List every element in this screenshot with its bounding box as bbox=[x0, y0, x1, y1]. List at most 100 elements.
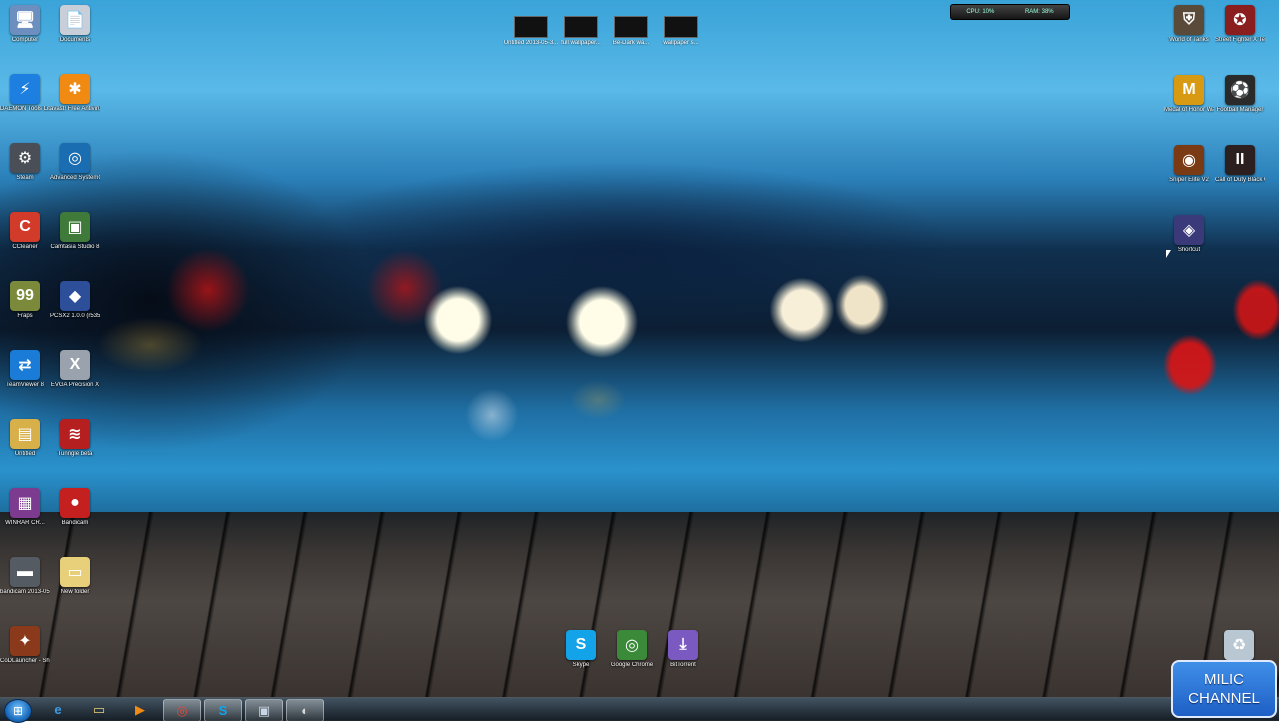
watermark-line2: CHANNEL bbox=[1188, 690, 1260, 707]
desktop-icon-pcsx2[interactable]: ◆ PCSX2 1.0.0 (r5350) bbox=[50, 281, 100, 320]
desktop-icon-chrome[interactable]: ◎ Google Chrome bbox=[607, 630, 657, 669]
window-thumbnail-icon bbox=[514, 16, 548, 38]
window-thumbnail[interactable]: full wallpaper... bbox=[553, 16, 609, 47]
icon-label: DAEMON Tools Lite bbox=[0, 106, 50, 112]
desktop-icon-bandicam[interactable]: ● Bandicam bbox=[50, 488, 100, 527]
ccleaner-icon: C bbox=[10, 212, 40, 242]
desktop-icon-computer[interactable]: 🖥 Computer bbox=[0, 5, 50, 44]
window-thumbnail[interactable]: wallpaper s... bbox=[653, 16, 709, 47]
camtasia-icon: ▣ bbox=[60, 212, 90, 242]
desktop-icon-camtasia[interactable]: ▣ Camtasia Studio 8 bbox=[50, 212, 100, 251]
icon-label: Advanced SystemCare 6 bbox=[50, 175, 100, 181]
desktop-icon-recycle-bin[interactable]: ♻ bbox=[1214, 630, 1264, 660]
desktop-icon-tunngle[interactable]: ≋ Tunngle beta bbox=[50, 419, 100, 458]
windows-start-icon[interactable]: ⊞ bbox=[4, 699, 32, 723]
icon-label: Steam bbox=[16, 175, 34, 181]
black-ops-icon: II bbox=[1225, 145, 1255, 175]
desktop-icon-ccleaner[interactable]: C CCleaner bbox=[0, 212, 50, 251]
icon-label: CCleaner bbox=[12, 244, 38, 250]
window-thumbnail-icon bbox=[664, 16, 698, 38]
icon-label: Documents bbox=[59, 37, 91, 43]
steam-icon: ⚙ bbox=[10, 143, 40, 173]
file-icon: ▤ bbox=[10, 419, 40, 449]
bittorrent-icon: ⤓ bbox=[668, 630, 698, 660]
icon-label: Tunngle beta bbox=[57, 451, 93, 457]
window-icon[interactable]: ▣ bbox=[245, 699, 283, 722]
desktop-icon-folder[interactable]: ▭ New folder bbox=[50, 557, 100, 596]
pcsx2-icon: ◆ bbox=[60, 281, 90, 311]
desktop-icon-steam[interactable]: ⚙ Steam bbox=[0, 143, 50, 182]
ram-readout: RAM: 38% bbox=[1024, 9, 1054, 15]
icon-label: New folder bbox=[60, 589, 90, 595]
window-thumbnail-label: full wallpaper... bbox=[561, 40, 601, 46]
internet-explorer-icon[interactable]: e bbox=[40, 699, 76, 720]
evga-precision-icon: X bbox=[60, 350, 90, 380]
cod-launcher-icon: ✦ bbox=[10, 626, 40, 656]
icon-label: Street Fighter X Tekken bbox=[1215, 37, 1265, 43]
icon-label: TeamViewer 8 bbox=[6, 382, 44, 388]
wood-floor-wallpaper bbox=[0, 512, 1279, 697]
icon-label: Untitled bbox=[14, 451, 36, 457]
fraps-icon: 99 bbox=[10, 281, 40, 311]
chrome-icon[interactable]: ◎ bbox=[163, 699, 201, 722]
video-file-icon: ▬ bbox=[10, 557, 40, 587]
tunngle-icon: ≋ bbox=[60, 419, 90, 449]
bandicam-icon: ● bbox=[60, 488, 90, 518]
system-meter-gadget[interactable]: CPU: 10% RAM: 38% bbox=[950, 4, 1070, 20]
football-manager-icon: ⚽ bbox=[1225, 75, 1255, 105]
desktop-icon-systemcare[interactable]: ◎ Advanced SystemCare 6 bbox=[50, 143, 100, 182]
window-thumbnail-icon bbox=[564, 16, 598, 38]
chrome-icon: ◎ bbox=[617, 630, 647, 660]
desktop[interactable]: 🖥 Computer 📄 Documents ⚡ DAEMON Tools Lite ✱ av… bbox=[0, 0, 1279, 720]
desktop-icon-medal-of-honor[interactable]: M Medal of Honor Warfighter bbox=[1164, 75, 1214, 114]
skype-icon[interactable]: S bbox=[204, 699, 242, 722]
mouse-icon[interactable]: ◐ bbox=[286, 699, 324, 722]
window-thumbnail[interactable]: Be-Dark wa... bbox=[603, 16, 659, 47]
medal-of-honor-icon: M bbox=[1174, 75, 1204, 105]
icon-label: Medal of Honor Warfighter bbox=[1164, 107, 1214, 113]
icon-label: World of Tanks bbox=[1169, 37, 1209, 43]
folder-icon: ▭ bbox=[60, 557, 90, 587]
taskbar: ⊞ e ▭ ▶ ◎ S ▣ ◐ bbox=[0, 697, 1279, 723]
icon-label: PCSX2 1.0.0 (r5350) bbox=[50, 313, 100, 319]
recycle-bin-icon: ♻ bbox=[1224, 630, 1254, 660]
desktop-icon-skype[interactable]: S Skype bbox=[556, 630, 606, 669]
desktop-icon-teamviewer[interactable]: ⇄ TeamViewer 8 bbox=[0, 350, 50, 389]
window-thumbnail-label: Untitled 2013-05-3... bbox=[503, 40, 559, 46]
icon-label: BitTorrent bbox=[670, 662, 696, 668]
game-shortcut-icon: ◈ bbox=[1174, 215, 1204, 245]
desktop-icon-file[interactable]: ▤ Untitled bbox=[0, 419, 50, 458]
window-thumbnail[interactable]: Untitled 2013-05-3... bbox=[503, 16, 559, 47]
desktop-icon-sniper-elite[interactable]: ◉ Sniper Elite V2 bbox=[1164, 145, 1214, 184]
icon-label: avast! Free Antivirus bbox=[50, 106, 100, 112]
icon-label: bandicam 2013-05-31... bbox=[0, 589, 50, 595]
icon-label: Sniper Elite V2 bbox=[1169, 177, 1209, 183]
desktop-icon-avast[interactable]: ✱ avast! Free Antivirus bbox=[50, 74, 100, 113]
desktop-icon-cod-launcher[interactable]: ✦ CoDLauncher - Shortcut bbox=[0, 626, 50, 665]
desktop-icon-fraps[interactable]: 99 Fraps bbox=[0, 281, 50, 320]
desktop-icon-football-manager[interactable]: ⚽ Football Manager bbox=[1215, 75, 1265, 114]
folder-explorer-icon[interactable]: ▭ bbox=[81, 699, 117, 720]
media-player-icon[interactable]: ▶ bbox=[122, 699, 158, 720]
desktop-icon-game-shortcut[interactable]: ◈ Shortcut bbox=[1164, 215, 1214, 254]
desktop-icon-black-ops[interactable]: II Call of Duty Black Ops II bbox=[1215, 145, 1265, 184]
skype-icon: S bbox=[566, 630, 596, 660]
desktop-icon-documents[interactable]: 📄 Documents bbox=[50, 5, 100, 44]
desktop-icon-winrar[interactable]: ▦ WINRAR CR... bbox=[0, 488, 50, 527]
desktop-icon-street-fighter[interactable]: ✪ Street Fighter X Tekken bbox=[1215, 5, 1265, 44]
icon-label: CoDLauncher - Shortcut bbox=[0, 658, 50, 664]
winrar-icon: ▦ bbox=[10, 488, 40, 518]
desktop-icon-daemon-tools[interactable]: ⚡ DAEMON Tools Lite bbox=[0, 74, 50, 113]
documents-icon: 📄 bbox=[60, 5, 90, 35]
desktop-icon-evga-precision[interactable]: X EVGA Precision X bbox=[50, 350, 100, 389]
avast-icon: ✱ bbox=[60, 74, 90, 104]
icon-label: Fraps bbox=[17, 313, 33, 319]
desktop-icon-video-file[interactable]: ▬ bandicam 2013-05-31... bbox=[0, 557, 50, 596]
icon-label: EVGA Precision X bbox=[50, 382, 100, 388]
desktop-icon-world-of-tanks[interactable]: ⛨ World of Tanks bbox=[1164, 5, 1214, 44]
desktop-icon-bittorrent[interactable]: ⤓ BitTorrent bbox=[658, 630, 708, 669]
systemcare-icon: ◎ bbox=[60, 143, 90, 173]
world-of-tanks-icon: ⛨ bbox=[1174, 5, 1204, 35]
icon-label: Football Manager bbox=[1216, 107, 1264, 113]
watermark-line1: MILIC bbox=[1203, 671, 1244, 688]
